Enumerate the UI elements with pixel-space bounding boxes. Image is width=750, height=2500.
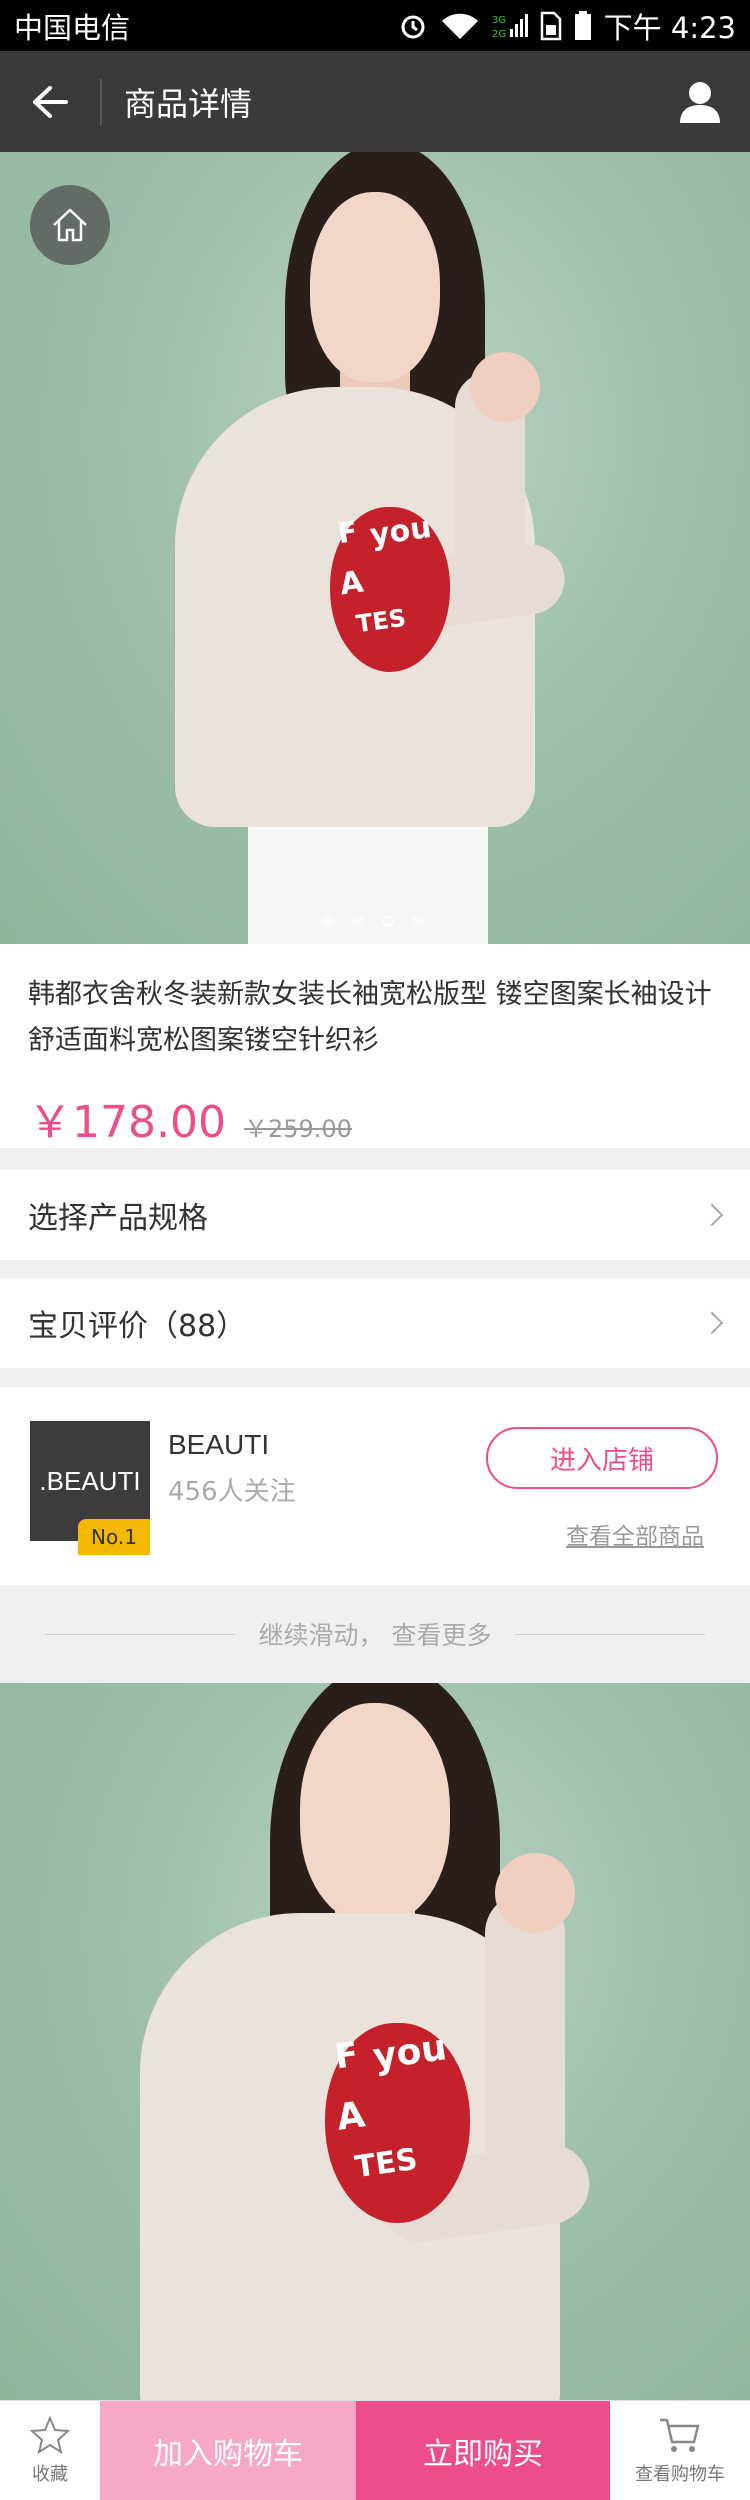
heart-text-3: A [334,2094,368,2139]
signal-icon: 3G2G [492,13,528,40]
divider-line [515,1633,706,1635]
heart-text-3: A [337,564,366,603]
user-button[interactable] [650,51,750,152]
view-all-products-link[interactable]: 查看全部商品 [566,1517,704,1551]
shop-card: .BEAUTI No.1 BEAUTI 456人关注 进入店铺 查看全部商品 [0,1387,750,1585]
status-icons: 3G 2G 下午 4:23 [398,5,736,47]
scroll-more-divider: 继续滑动， 查看更多 [0,1585,750,1683]
carousel-dot-active[interactable] [382,915,394,927]
select-spec-row[interactable]: 选择产品规格 [0,1170,750,1260]
product-photo: F you A TES [0,1683,750,2400]
review-label: 宝贝评价（88） [28,1309,247,1344]
divider-line [44,1633,235,1635]
enter-shop-button[interactable]: 进入店铺 [486,1427,718,1489]
wifi-icon [441,13,478,39]
carousel-dot[interactable] [322,915,334,927]
product-title: 韩都衣舍秋冬装新款女装长袖宽松版型 镂空图案长袖设计 舒适面料宽松图案镂空针织衫 [28,979,712,1056]
heart-text-1: F [332,2034,361,2078]
star-icon [30,2416,70,2454]
svg-text:2G: 2G [492,29,506,40]
shop-name: BEAUTI [168,1429,270,1460]
clock-label: 下午 4:23 [603,10,736,45]
carousel-indicator [322,915,424,927]
product-photo: F you A TES [0,152,750,944]
carrier-label: 中国电信 [14,10,131,45]
battery-icon [574,10,591,40]
home-button[interactable] [30,185,110,265]
favorite-button[interactable]: 收藏 [0,2401,100,2500]
svg-text:3G: 3G [492,15,506,26]
heart-text-4: TES [352,2141,420,2186]
header-divider [100,78,102,125]
carousel-dot[interactable] [412,915,424,927]
favorite-label: 收藏 [32,2464,68,2485]
sim-icon [540,11,561,40]
spec-label: 选择产品规格 [28,1201,208,1236]
original-price: ￥259.00 [243,1115,352,1143]
chevron-right-icon [700,1203,724,1227]
status-bar: 中国电信 3G 2G 下午 4:23 [0,0,750,51]
current-price: ￥178.00 [28,1097,226,1148]
price-row: ￥178.00 ￥259.00 [28,1086,722,1150]
arrow-left-icon [33,85,68,118]
buy-now-button[interactable]: 立即购买 [356,2401,610,2500]
page-title: 商品详情 [124,84,253,123]
heart-text-1: F [335,514,360,551]
top-nav-bar: 商品详情 [0,51,750,152]
view-cart-label: 查看购物车 [635,2464,725,2485]
heart-text-2: you [370,2027,450,2078]
alarm-icon [401,15,425,38]
rank-badge: No.1 [78,1519,150,1555]
bottom-action-bar: 收藏 加入购物车 立即购买 查看购物车 [0,2400,750,2500]
chevron-right-icon [700,1311,724,1335]
heart-text-2: you [367,509,434,554]
cart-icon [660,2418,700,2452]
product-image-gallery[interactable]: F you A TES [0,152,750,944]
product-detail-image: F you A TES [0,1683,750,2400]
scroll-more-text: 继续滑动， 查看更多 [258,1621,492,1650]
home-icon [53,208,87,242]
user-icon [680,81,720,123]
add-to-cart-button[interactable]: 加入购物车 [100,2401,356,2500]
shop-followers: 456人关注 [168,1477,296,1507]
carousel-dot[interactable] [352,915,364,927]
view-cart-button[interactable]: 查看购物车 [610,2401,750,2500]
heart-text-4: TES [354,603,408,639]
product-info: 韩都衣舍秋冬装新款女装长袖宽松版型 镂空图案长袖设计 舒适面料宽松图案镂空针织衫… [0,944,750,1148]
back-button[interactable] [0,51,100,152]
reviews-row[interactable]: 宝贝评价（88） [0,1278,750,1368]
